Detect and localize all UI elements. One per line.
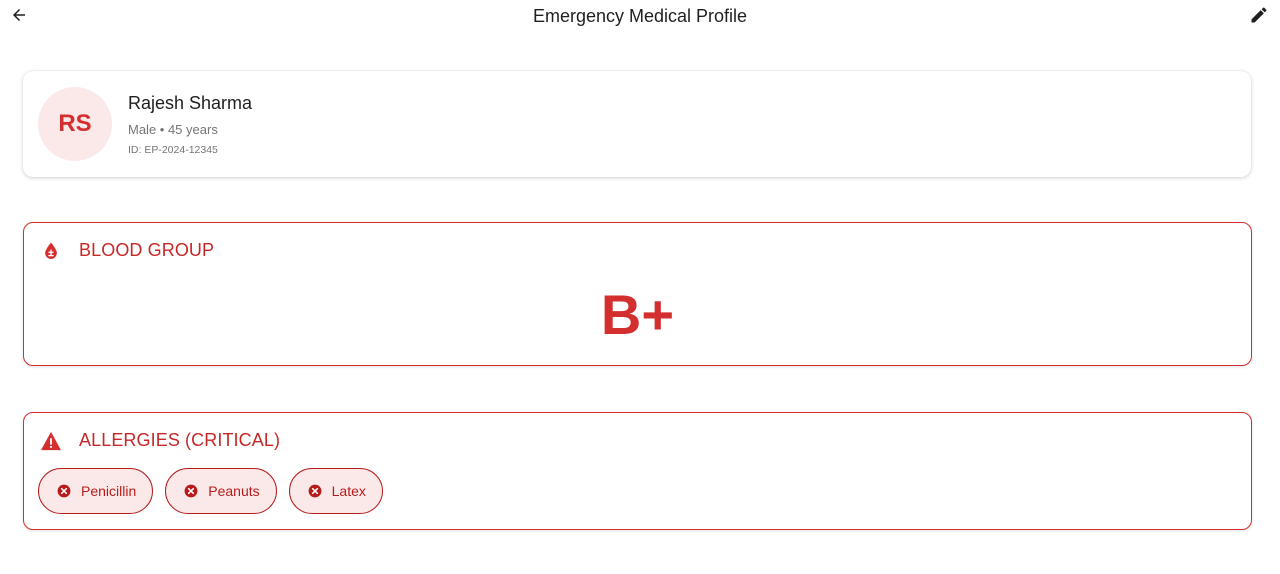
person-name: Rajesh Sharma — [128, 93, 253, 113]
allergy-chip-penicillin[interactable]: Penicillin — [38, 468, 154, 514]
allergy-chip-label: Peanuts — [208, 483, 260, 499]
avatar-initials: RS — [58, 110, 92, 137]
allergies-card: ALLERGIES (CRITICAL) Penicillin Peanuts — [23, 412, 1252, 530]
person-id: ID: EP-2024-12345 — [128, 144, 218, 156]
cancel-circle-icon — [184, 484, 198, 498]
person-gender-age: Male • 45 years — [128, 122, 218, 137]
cancel-circle-icon — [57, 484, 71, 498]
blood-group-value: B+ — [600, 283, 675, 346]
app-bar: Emergency Medical Profile — [0, 0, 1280, 34]
warning-triangle-icon — [40, 430, 62, 452]
blood-group-card: BLOOD GROUP B+ — [23, 222, 1252, 366]
allergy-chip-peanuts[interactable]: Peanuts — [165, 468, 277, 514]
page-title: Emergency Medical Profile — [532, 6, 748, 26]
edit-pencil-icon — [1249, 5, 1269, 30]
profile-card: RS Rajesh Sharma Male • 45 years ID: EP-… — [23, 71, 1251, 177]
cancel-circle-icon — [308, 484, 322, 498]
allergies-title: ALLERGIES (CRITICAL) — [79, 430, 281, 450]
allergy-chip-label: Latex — [331, 483, 366, 499]
blood-drop-icon — [40, 240, 62, 262]
edit-button[interactable] — [1246, 4, 1272, 30]
blood-group-title: BLOOD GROUP — [79, 240, 215, 260]
avatar: RS — [38, 87, 112, 161]
allergy-chip-list: Penicillin Peanuts Latex — [38, 468, 383, 514]
allergy-chip-label: Penicillin — [81, 483, 137, 499]
allergy-chip-latex[interactable]: Latex — [288, 468, 383, 514]
